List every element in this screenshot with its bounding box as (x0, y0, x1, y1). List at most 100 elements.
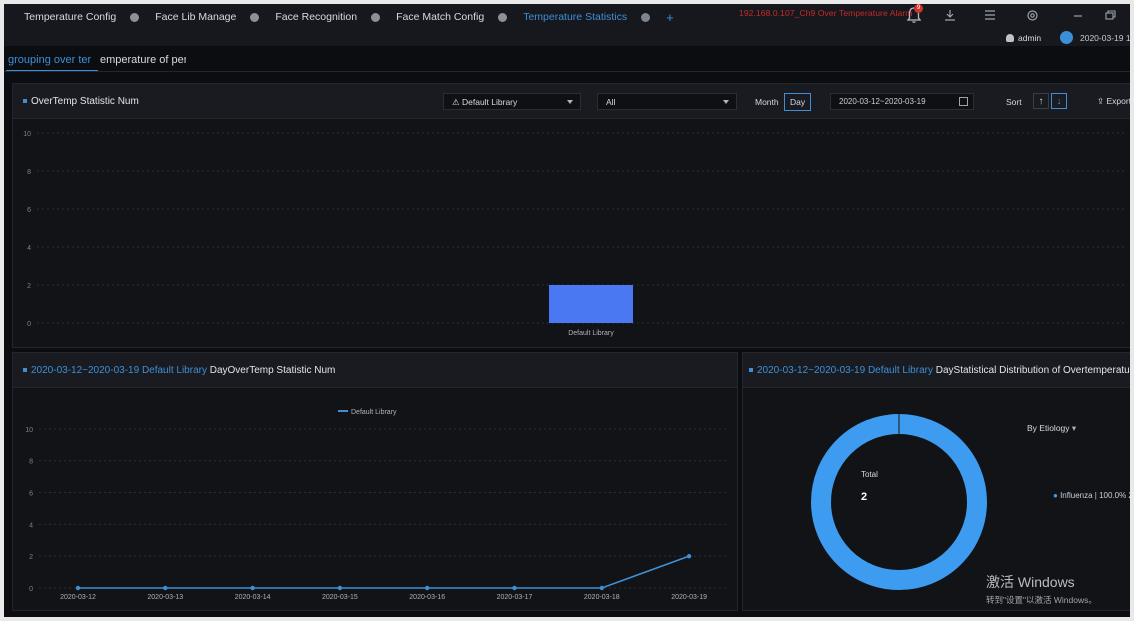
x-tick-label: 2020-03-19 (671, 594, 707, 601)
data-point (425, 585, 430, 591)
minimize-icon[interactable] (1068, 6, 1088, 24)
library-select[interactable]: ⚠ Default Library (443, 93, 581, 110)
x-tick-label: 2020-03-14 (235, 594, 271, 601)
title-marker-icon (23, 99, 27, 104)
month-button[interactable]: Month (755, 97, 779, 107)
y-tick-label: 6 (29, 491, 33, 498)
globe-icon[interactable] (1060, 31, 1073, 44)
settings-gear-icon[interactable] (1022, 6, 1042, 24)
statistics-subtabs: grouping over ter emperature of pers (6, 48, 186, 72)
tab-face-match-config[interactable]: Face Match Config x (388, 4, 515, 30)
title-date: 2020-03-12~2020-03-19 (757, 365, 866, 376)
y-tick-label: 0 (29, 586, 33, 593)
subtab-grouping-over-temperature[interactable]: grouping over ter (6, 48, 98, 72)
menu-icon[interactable] (980, 6, 1000, 24)
tab-label: Face Recognition (275, 11, 358, 23)
export-label: Export (1106, 96, 1132, 106)
watermark-subtitle: 转到"设置"以激活 Windows。 (986, 595, 1097, 605)
tab-temperature-statistics[interactable]: Temperature Statistics x (515, 4, 658, 30)
download-icon[interactable] (940, 6, 960, 24)
day-overtemp-line-panel: 2020-03-12~2020-03-19 Default Library Da… (12, 352, 738, 611)
chevron-down-icon (567, 100, 573, 104)
y-tick-label: 6 (27, 207, 31, 214)
panel-header: 2020-03-12~2020-03-19 Default Library Da… (743, 353, 1134, 388)
panel-header: 2020-03-12~2020-03-19 Default Library Da… (13, 353, 737, 388)
y-tick-label: 10 (23, 131, 31, 138)
x-tick-label: 2020-03-15 (322, 594, 358, 601)
notification-badge: 9 (914, 4, 923, 13)
close-icon[interactable]: x (641, 12, 651, 22)
watermark-title: 激活 Windows (986, 574, 1075, 590)
y-tick-label: 2 (29, 554, 33, 561)
title-marker-icon (23, 368, 27, 373)
data-point (599, 585, 604, 591)
donut-slice (811, 414, 987, 590)
top-tab-bar: Temperature Config x Face Lib Manage x Fac… (4, 4, 1130, 30)
panel-title: OverTemp Statistic Num (23, 96, 139, 107)
legend-label: Default Library (351, 409, 397, 416)
data-point (250, 585, 255, 591)
x-tick-label: 2020-03-13 (147, 594, 183, 601)
close-icon[interactable]: x (130, 12, 140, 22)
tab-face-recognition[interactable]: Face Recognition x (267, 4, 388, 30)
y-tick-label: 0 (27, 321, 31, 328)
tab-temperature-config[interactable]: Temperature Config x (16, 4, 147, 30)
date-range-picker[interactable]: 2020-03-12~2020-03-19 (830, 93, 974, 110)
sort-ascending-button[interactable]: ↑ (1033, 93, 1049, 109)
tab-label: Temperature Config (24, 11, 117, 23)
panel-header: OverTemp Statistic Num ⚠ Default Library… (13, 84, 1131, 119)
y-tick-label: 8 (29, 459, 33, 466)
title-date: 2020-03-12~2020-03-19 (31, 365, 140, 376)
tab-label: Temperature Statistics (523, 11, 628, 23)
data-point (686, 553, 692, 559)
overtemp-bar-chart: 0 2 4 6 8 10 Default Library (23, 131, 1125, 337)
data-point (337, 585, 343, 591)
legend-dot-icon: ● (1053, 491, 1058, 500)
bar (549, 285, 633, 323)
tab-label: Face Lib Manage (155, 11, 237, 23)
close-icon[interactable]: x (371, 12, 381, 22)
title-text: DayStatistical Distribution of Overtempe… (935, 365, 1134, 376)
tab-label: Face Match Config (396, 11, 485, 23)
title-library: Default Library (141, 365, 207, 376)
filter-select-value: All (606, 97, 616, 107)
sort-label: Sort (1006, 97, 1022, 107)
filter-select[interactable]: All (597, 93, 737, 110)
data-point (163, 585, 168, 591)
library-icon: ⚠ (452, 97, 462, 107)
tab-face-lib-manage[interactable]: Face Lib Manage x (147, 4, 267, 30)
windows-activation-watermark: 激活 Windows 转到"设置"以激活 Windows。 (986, 572, 1097, 606)
close-icon[interactable]: x (498, 12, 508, 22)
date-range-value: 2020-03-12~2020-03-19 (839, 97, 926, 106)
sort-descending-button[interactable]: ↓ (1051, 93, 1067, 109)
data-point (75, 585, 81, 591)
day-button[interactable]: Day (784, 93, 812, 111)
x-tick-label: 2020-03-12 (60, 594, 96, 601)
subtab-temperature-of-persons[interactable]: emperature of pers (98, 48, 186, 70)
y-tick-label: 8 (27, 169, 31, 176)
title-library: Default Library (867, 365, 933, 376)
add-tab-button[interactable]: + (660, 10, 680, 25)
y-tick-label: 4 (27, 245, 31, 252)
export-button[interactable]: ⇪ Export (1097, 96, 1131, 107)
alarm-notification-text[interactable]: 192.168.0.107_Ch9 Over Temperature Alarm (739, 8, 912, 18)
donut-center-value: 2 (861, 491, 867, 503)
donut-center-label: Total (861, 470, 878, 479)
restore-icon[interactable] (1100, 6, 1120, 24)
module-tabs: Temperature Config x Face Lib Manage x Fac… (16, 4, 680, 30)
title-marker-icon (749, 368, 753, 373)
chevron-down-icon (723, 100, 729, 104)
user-indicator[interactable]: admin (1006, 33, 1041, 43)
panel-title: 2020-03-12~2020-03-19 Default Library Da… (23, 365, 335, 376)
close-icon[interactable]: x (250, 12, 260, 22)
username: admin (1018, 33, 1042, 43)
legend-label: Influenza | 100.0% 2 (1060, 491, 1133, 500)
title-text: DayOverTemp Statistic Num (209, 365, 336, 376)
status-bar (4, 30, 1130, 46)
x-tick-label: 2020-03-17 (497, 594, 533, 601)
x-tick-label: 2020-03-16 (409, 594, 445, 601)
y-tick-label: 10 (25, 427, 33, 434)
pie-legend-item[interactable]: ● Influenza | 100.0% 2 (1053, 491, 1133, 500)
y-tick-label: 2 (27, 283, 31, 290)
panel-title-text: OverTemp Statistic Num (31, 96, 139, 107)
